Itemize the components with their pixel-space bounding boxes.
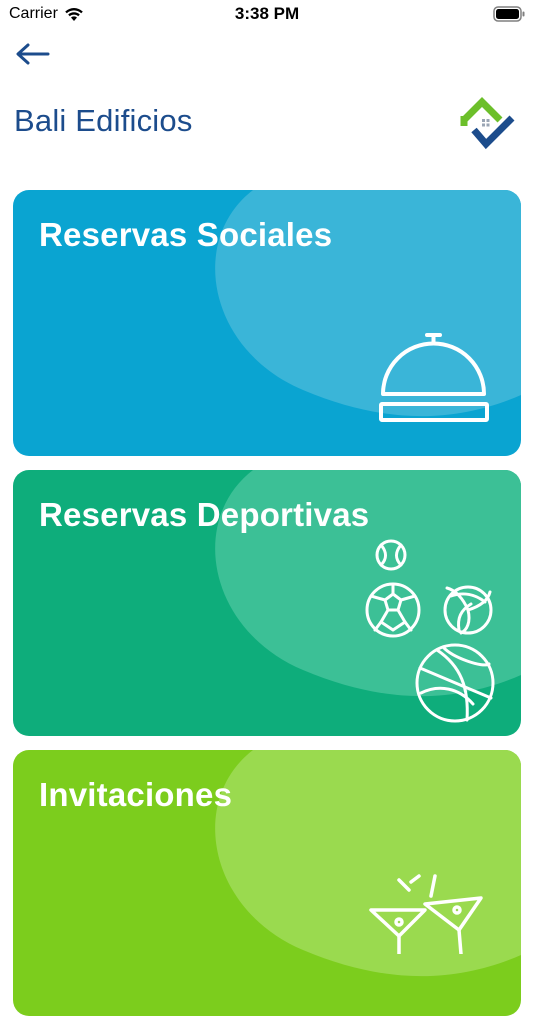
battery-icon bbox=[493, 6, 525, 22]
basketball-icon bbox=[415, 643, 495, 723]
back-button[interactable] bbox=[14, 38, 56, 70]
logo-icon bbox=[460, 97, 515, 150]
cloche-icon bbox=[379, 333, 489, 422]
card-title: Reservas Deportivas bbox=[39, 496, 370, 533]
card-reservas-sociales[interactable]: Reservas Sociales bbox=[13, 190, 521, 456]
tennis-ball-icon bbox=[375, 539, 407, 571]
card-title: Reservas Sociales bbox=[39, 216, 333, 253]
card-invitaciones[interactable]: Invitaciones bbox=[13, 750, 521, 1016]
status-bar: Carrier 3:38 PM bbox=[0, 0, 534, 30]
back-arrow-icon bbox=[16, 43, 50, 65]
card-reservas-deportivas[interactable]: Reservas Deportivas bbox=[13, 470, 521, 736]
volleyball-icon bbox=[443, 585, 493, 635]
card-title: Invitaciones bbox=[39, 776, 233, 813]
sports-balls-icon bbox=[365, 539, 495, 723]
soccer-ball-icon bbox=[365, 582, 421, 638]
page-title: Bali Edificios bbox=[14, 103, 193, 138]
clock: 3:38 PM bbox=[234, 4, 300, 23]
cocktail-glasses-icon bbox=[369, 874, 483, 954]
